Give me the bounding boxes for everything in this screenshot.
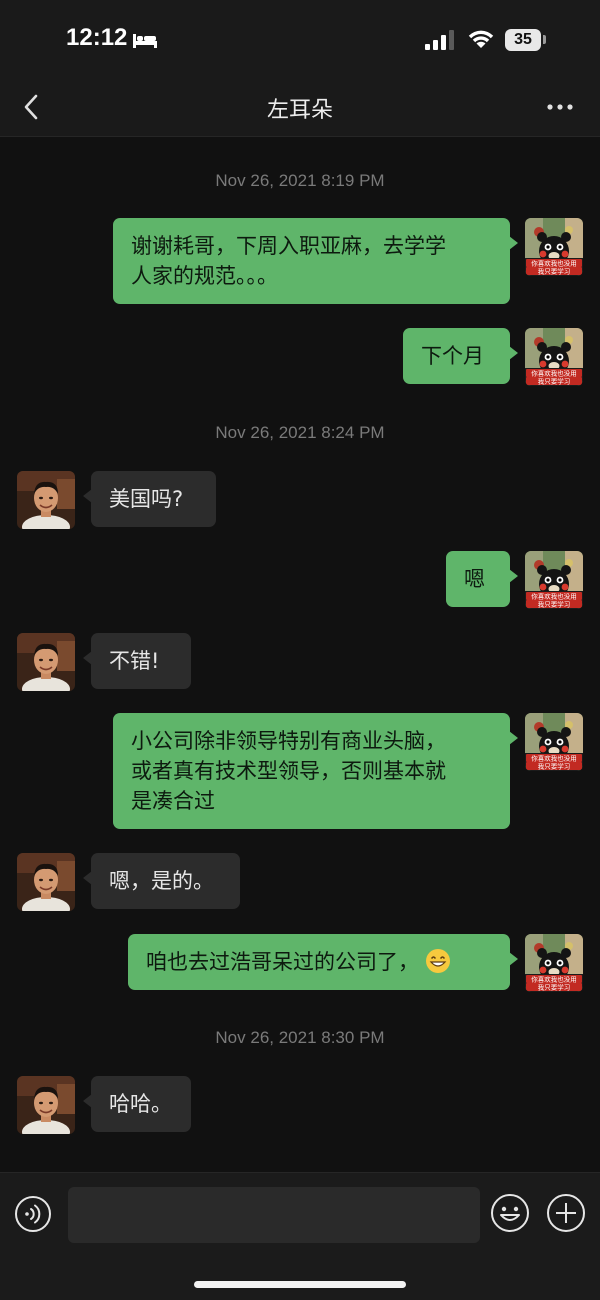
contact-avatar[interactable] <box>17 853 75 911</box>
contact-avatar[interactable] <box>17 471 75 529</box>
wifi-icon <box>468 30 494 48</box>
svg-text:我只要学习: 我只要学习 <box>538 267 571 276</box>
svg-text:我只要学习: 我只要学习 <box>538 600 571 609</box>
timestamp: Nov 26, 2021 8:30 PM <box>215 1028 385 1047</box>
message-text: 嗯 <box>464 567 485 591</box>
message-bubble-incoming[interactable]: 嗯，是的。 <box>83 853 240 909</box>
svg-text:你喜欢我也没用: 你喜欢我也没用 <box>531 754 577 763</box>
message-line: 谢谢耗哥，下周入职亚麻，去学学 <box>131 234 446 258</box>
message-input[interactable] <box>68 1187 480 1243</box>
emoji-icon[interactable] <box>490 1193 530 1233</box>
svg-text:我只要学习: 我只要学习 <box>538 762 571 771</box>
message-text: 嗯，是的。 <box>109 869 214 893</box>
bear-sticker-icon: 你喜欢我也没用 我只要学习 <box>525 551 583 609</box>
my-avatar[interactable]: 你喜欢我也没用 我只要学习 <box>525 328 583 386</box>
grin-emoji-icon <box>426 949 450 973</box>
svg-text:你喜欢我也没用: 你喜欢我也没用 <box>531 592 577 601</box>
contact-photo-icon <box>17 471 75 529</box>
timestamp: Nov 26, 2021 8:19 PM <box>215 171 385 190</box>
timestamp: Nov 26, 2021 8:24 PM <box>215 423 385 442</box>
contact-avatar[interactable] <box>17 633 75 691</box>
bear-sticker-icon: 你喜欢我也没用 我只要学习 <box>525 934 583 992</box>
more-icon[interactable] <box>546 102 574 112</box>
my-avatar[interactable]: 你喜欢我也没用 我只要学习 <box>525 713 583 771</box>
svg-text:你喜欢我也没用: 你喜欢我也没用 <box>531 259 577 268</box>
my-avatar[interactable]: 你喜欢我也没用 我只要学习 <box>525 218 583 276</box>
chat-title: 左耳朵 <box>266 98 333 123</box>
bed-icon <box>133 34 157 48</box>
status-time: 12:12 <box>66 24 128 51</box>
message-line: 小公司除非领导特别有商业头脑， <box>131 729 446 753</box>
message-text: 咱也去过浩哥呆过的公司了， <box>146 950 419 974</box>
contact-photo-icon <box>17 853 75 911</box>
my-avatar[interactable]: 你喜欢我也没用 我只要学习 <box>525 551 583 609</box>
contact-photo-icon <box>17 1076 75 1134</box>
message-bubble-outgoing[interactable]: 咱也去过浩哥呆过的公司了， <box>128 934 518 990</box>
battery-level: 35 <box>505 29 541 51</box>
message-line: 人家的规范。。。 <box>131 264 278 288</box>
contact-avatar[interactable] <box>17 1076 75 1134</box>
contact-photo-icon <box>17 633 75 691</box>
message-line: 或者真有技术型领导，否则基本就 <box>131 759 446 783</box>
signal-icon <box>425 30 454 50</box>
svg-text:我只要学习: 我只要学习 <box>538 983 571 992</box>
input-bar <box>0 1172 600 1300</box>
status-bar: 12:12 35 <box>0 0 600 80</box>
message-bubble-outgoing[interactable]: 下个月 <box>403 328 518 384</box>
message-text: 美国吗? <box>109 487 184 511</box>
my-avatar[interactable]: 你喜欢我也没用 我只要学习 <box>525 934 583 992</box>
message-bubble-incoming[interactable]: 美国吗? <box>83 471 216 527</box>
battery-tip <box>543 35 546 44</box>
message-line: 是凑合过 <box>131 789 215 813</box>
bear-sticker-icon: 你喜欢我也没用 我只要学习 <box>525 713 583 771</box>
bear-sticker-icon: 你喜欢我也没用 我只要学习 <box>525 328 583 386</box>
message-bubble-incoming[interactable]: 不错! <box>83 633 191 689</box>
svg-text:你喜欢我也没用: 你喜欢我也没用 <box>531 975 577 984</box>
message-bubble-outgoing[interactable]: 谢谢耗哥，下周入职亚麻，去学学 人家的规范。。。 <box>113 218 518 304</box>
chat-screen: 12:12 35 左耳朵 Nov 26, 2021 8:19 PM 谢谢耗哥，下… <box>0 0 600 1300</box>
message-text: 下个月 <box>421 344 484 368</box>
message-bubble-incoming[interactable]: 哈哈。 <box>83 1076 191 1132</box>
svg-text:我只要学习: 我只要学习 <box>538 377 571 386</box>
message-bubble-outgoing[interactable]: 嗯 <box>446 551 518 607</box>
voice-icon[interactable] <box>14 1195 52 1233</box>
bear-sticker-icon: 你喜欢我也没用 我只要学习 <box>525 218 583 276</box>
message-text: 不错! <box>109 649 160 673</box>
svg-text:你喜欢我也没用: 你喜欢我也没用 <box>531 369 577 378</box>
plus-icon[interactable] <box>546 1193 586 1233</box>
message-bubble-outgoing[interactable]: 小公司除非领导特别有商业头脑， 或者真有技术型领导，否则基本就 是凑合过 <box>113 713 518 829</box>
message-text: 哈哈。 <box>109 1092 172 1116</box>
home-indicator[interactable] <box>194 1281 406 1288</box>
nav-bar: 左耳朵 <box>0 80 600 137</box>
